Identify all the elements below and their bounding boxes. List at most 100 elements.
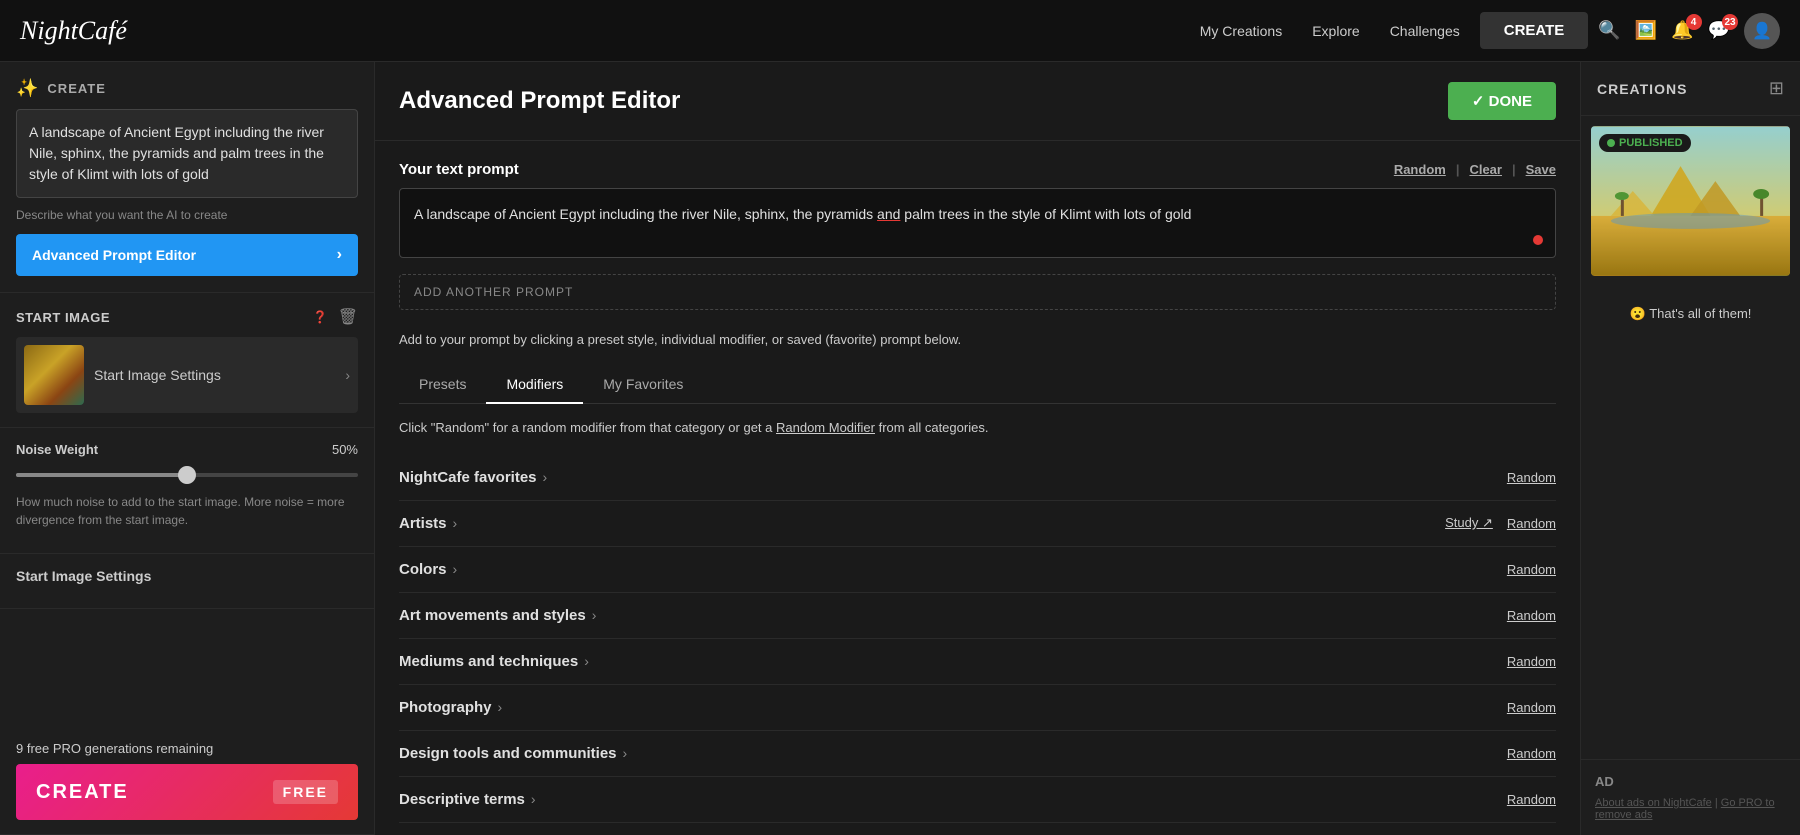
ad-section: AD About ads on NightCafe | Go PRO to re… (1581, 759, 1800, 835)
create-icon: ✨ (16, 78, 39, 99)
create-label: CREATE (47, 81, 105, 96)
underlined-word: and (877, 206, 900, 222)
published-badge: PUBLISHED (1599, 134, 1691, 152)
right-panel-header: CREATIONS ⊞ (1581, 62, 1800, 116)
category-art-movements[interactable]: Art movements and styles › Random (399, 593, 1556, 639)
tab-modifiers[interactable]: Modifiers (486, 366, 583, 404)
right-panel-content: PUBLISHED (1581, 116, 1800, 759)
advanced-prompt-editor-button[interactable]: Advanced Prompt Editor › (16, 234, 358, 276)
middle-content: Your text prompt Random | Clear | Save A… (375, 141, 1580, 835)
ad-label: AD (1595, 774, 1786, 789)
clear-action[interactable]: Clear (1469, 162, 1502, 177)
prompt-textarea[interactable]: A landscape of Ancient Egypt including t… (399, 188, 1556, 258)
random-colors[interactable]: Random (1507, 562, 1556, 577)
nav-my-creations[interactable]: My Creations (1200, 23, 1282, 39)
click-hint: Click "Random" for a random modifier fro… (399, 420, 1556, 435)
prompt-actions: Random | Clear | Save (1394, 162, 1556, 177)
create-section: 9 free PRO generations remaining CREATE … (0, 727, 374, 835)
chevron-right-icon: › (584, 653, 589, 669)
about-ads-link[interactable]: About ads on NightCafe (1595, 797, 1712, 809)
random-modifier-link[interactable]: Random Modifier (776, 420, 875, 435)
random-photography[interactable]: Random (1507, 700, 1556, 715)
random-descriptive-terms[interactable]: Random (1507, 792, 1556, 807)
logo[interactable]: NightCafé (20, 16, 127, 46)
avatar[interactable]: 👤 (1744, 13, 1780, 49)
search-icon[interactable]: 🔍 (1598, 20, 1620, 41)
expand-icon[interactable]: ⊞ (1769, 78, 1784, 99)
random-artists[interactable]: Random (1507, 516, 1556, 531)
nav-challenges[interactable]: Challenges (1390, 23, 1460, 39)
trash-icon[interactable]: 🗑 (338, 307, 358, 327)
modifier-categories: NightCafe favorites › Random Artists › S… (399, 455, 1556, 835)
random-nightcafe-favorites[interactable]: Random (1507, 470, 1556, 485)
right-panel: CREATIONS ⊞ PUBLISHED (1580, 62, 1800, 835)
middle-header: Advanced Prompt Editor ✓ DONE (375, 62, 1580, 141)
category-nightcafe-favorites[interactable]: NightCafe favorites › Random (399, 455, 1556, 501)
tabs: Presets Modifiers My Favorites (399, 366, 1556, 404)
creation-card: PUBLISHED (1591, 126, 1790, 276)
left-panel-inner: START IMAGE ❓ 🗑 Start Image Settings › (0, 293, 374, 835)
slider-fill (16, 473, 187, 477)
chevron-right-icon: › (531, 791, 536, 807)
random-art-movements[interactable]: Random (1507, 608, 1556, 623)
create-free-button[interactable]: CREATE FREE (16, 764, 358, 820)
done-button[interactable]: ✓ DONE (1448, 82, 1556, 120)
start-image-settings-label: Start Image Settings (94, 367, 335, 383)
start-image-thumbnail (24, 345, 84, 405)
middle-panel: Advanced Prompt Editor ✓ DONE Your text … (375, 62, 1580, 835)
study-artists-link[interactable]: Study ↗ (1445, 515, 1493, 531)
help-icon[interactable]: ❓ (313, 310, 328, 324)
nav-explore[interactable]: Explore (1312, 23, 1359, 39)
free-gens-text: 9 free PRO generations remaining (16, 741, 358, 756)
add-helper-text: Add to your prompt by clicking a preset … (399, 330, 1556, 350)
tab-my-favorites[interactable]: My Favorites (583, 366, 703, 404)
ad-links: About ads on NightCafe | Go PRO to remov… (1595, 797, 1786, 821)
category-design-tools[interactable]: Design tools and communities › Random (399, 731, 1556, 777)
noise-weight-slider[interactable] (16, 465, 358, 485)
free-label: FREE (273, 780, 338, 804)
category-descriptive-terms[interactable]: Descriptive terms › Random (399, 777, 1556, 823)
top-navigation: NightCafé My Creations Explore Challenge… (0, 0, 1800, 62)
chevron-right-icon: › (592, 607, 597, 623)
save-action[interactable]: Save (1526, 162, 1556, 177)
message-icon[interactable]: 💬 23 (1708, 20, 1730, 41)
start-image-preview[interactable]: Start Image Settings › (16, 337, 358, 413)
message-badge: 23 (1722, 14, 1738, 30)
start-image-settings-title: Start Image Settings (16, 568, 358, 584)
chevron-right-icon: › (453, 515, 458, 531)
add-another-prompt[interactable]: ADD ANOTHER PROMPT (399, 274, 1556, 310)
your-text-prompt-label: Your text prompt Random | Clear | Save (399, 161, 1556, 178)
noise-help-text: How much noise to add to the start image… (16, 493, 358, 529)
noise-weight-value: 50% (332, 442, 358, 457)
main-layout: ✨ CREATE A landscape of Ancient Egypt in… (0, 62, 1800, 835)
notification-badge: 4 (1686, 14, 1702, 30)
left-panel-top: ✨ CREATE A landscape of Ancient Egypt in… (0, 62, 374, 293)
category-colors[interactable]: Colors › Random (399, 547, 1556, 593)
noise-weight-label: Noise Weight (16, 442, 98, 457)
create-label: CREATE (36, 781, 129, 804)
prompt-text-content: A landscape of Ancient Egypt including t… (414, 206, 1191, 222)
page-title: Advanced Prompt Editor (399, 87, 680, 115)
slider-thumb[interactable] (178, 466, 196, 484)
random-design-tools[interactable]: Random (1507, 746, 1556, 761)
category-culture-genre[interactable]: Culture / genre › Random (399, 823, 1556, 835)
random-mediums-techniques[interactable]: Random (1507, 654, 1556, 669)
published-dot (1607, 139, 1615, 147)
chevron-right-icon: › (498, 699, 503, 715)
notification-icon[interactable]: 🔔 4 (1671, 20, 1693, 41)
nav-links: My Creations Explore Challenges (1200, 23, 1460, 39)
category-mediums-techniques[interactable]: Mediums and techniques › Random (399, 639, 1556, 685)
tab-presets[interactable]: Presets (399, 366, 486, 404)
prompt-helper: Describe what you want the AI to create (16, 208, 358, 222)
chevron-right-icon: › (453, 561, 458, 577)
nav-create-button[interactable]: CREATE (1480, 12, 1589, 49)
chevron-right-icon: › (543, 469, 548, 485)
nav-icons: 🔍 🖼️ 🔔 4 💬 23 👤 (1598, 13, 1780, 49)
category-artists[interactable]: Artists › Study ↗ Random (399, 501, 1556, 547)
start-image-section: START IMAGE ❓ 🗑 Start Image Settings › (0, 293, 374, 428)
start-image-title: START IMAGE (16, 310, 110, 325)
image-icon[interactable]: 🖼️ (1635, 20, 1657, 41)
start-image-header: START IMAGE ❓ 🗑 (16, 307, 358, 327)
random-action[interactable]: Random (1394, 162, 1446, 177)
category-photography[interactable]: Photography › Random (399, 685, 1556, 731)
